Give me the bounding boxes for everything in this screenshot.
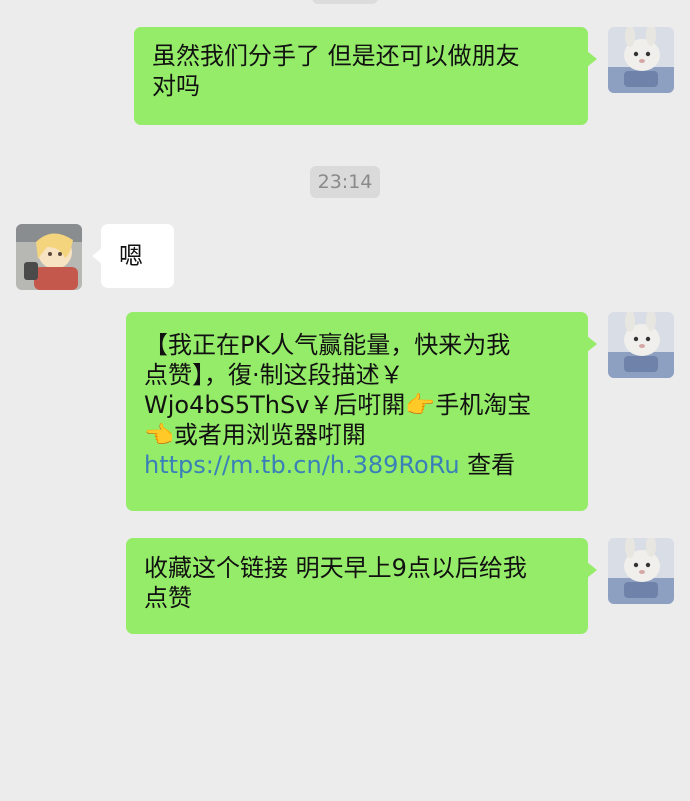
chat-window: 虽然我们分手了 但是还可以做朋友 对吗 23:14 嗯 【我正在PK人气赢能量，… — [0, 0, 690, 801]
self-avatar[interactable] — [608, 312, 674, 378]
message-line-1: 【我正在PK人气赢能量，快来为我 — [144, 331, 511, 359]
previous-message-edge — [312, 0, 378, 4]
message-line-4: 👈或者用浏览器咑閞 — [144, 421, 366, 449]
message-bubble-sent-1[interactable]: 虽然我们分手了 但是还可以做朋友 对吗 — [134, 27, 597, 125]
self-avatar[interactable] — [608, 538, 674, 604]
anime-avatar-icon — [16, 224, 82, 290]
rabbit-avatar-icon — [608, 538, 674, 604]
timestamp-badge: 23:14 — [310, 166, 380, 198]
tb-link[interactable]: https://m.tb.cn/h.389RoRu — [144, 451, 460, 479]
rabbit-avatar-icon — [608, 27, 674, 93]
contact-avatar[interactable] — [16, 224, 82, 290]
message-line-3: Wjo4bS5ThSv￥后咑閞👉手机淘宝 — [144, 391, 532, 419]
message-text: 虽然我们分手了 但是还可以做朋友 对吗 — [152, 42, 520, 100]
view-label: 查看 — [459, 451, 516, 479]
rabbit-avatar-icon — [608, 312, 674, 378]
message-bubble-received-1[interactable]: 嗯 — [92, 224, 174, 288]
message-line-2: 点赞】，復·制这段描述￥ — [144, 361, 404, 389]
message-bubble-sent-3[interactable]: 收藏这个链接 明天早上9点以后给我 点赞 — [126, 538, 597, 634]
message-link-line: https://m.tb.cn/h.389RoRu 查看 — [144, 450, 570, 480]
message-text: 收藏这个链接 明天早上9点以后给我 点赞 — [144, 554, 527, 612]
message-bubble-sent-2[interactable]: 【我正在PK人气赢能量，快来为我 点赞】，復·制这段描述￥ Wjo4bS5ThS… — [126, 312, 597, 511]
message-text: 嗯 — [119, 242, 143, 270]
self-avatar[interactable] — [608, 27, 674, 93]
